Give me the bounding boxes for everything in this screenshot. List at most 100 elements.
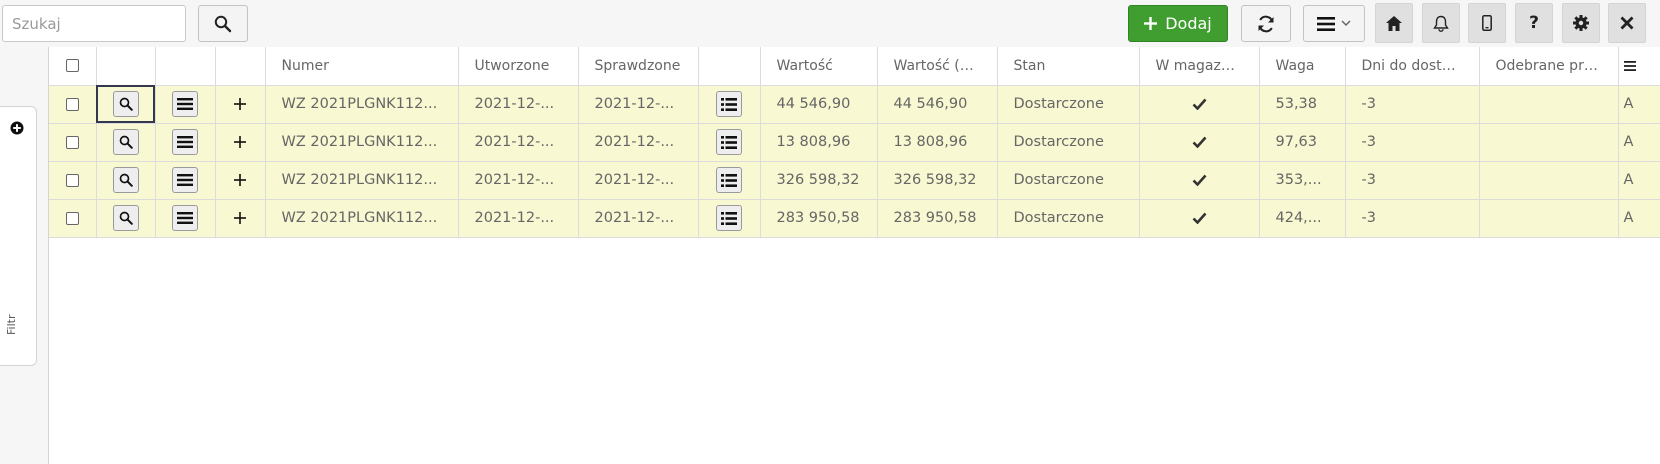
row-preview-button[interactable] <box>112 91 139 117</box>
cell-w-magazynie <box>1139 85 1260 124</box>
plus-icon[interactable] <box>234 174 246 186</box>
row-select-cell[interactable] <box>49 199 97 238</box>
row-details-cell[interactable] <box>698 199 761 238</box>
cell-wartosc-sp: 13 808,96 <box>877 123 998 162</box>
header-utworzone[interactable]: Utworzone <box>458 47 579 86</box>
row-details-cell[interactable] <box>698 161 761 200</box>
table-row[interactable]: WZ 2021PLGNK112... 2021-12-... 2021-12-.… <box>49 123 1660 162</box>
cell-w-magazynie <box>1139 161 1260 200</box>
row-preview-button[interactable] <box>112 167 139 193</box>
row-preview-cell[interactable] <box>96 123 156 162</box>
cell-wartosc-sp: 326 598,32 <box>877 161 998 200</box>
help-button[interactable]: ? <box>1515 3 1553 43</box>
header-dni-do-dostawy[interactable]: Dni do dostawy <box>1345 47 1480 86</box>
cell-wartosc-sp: 44 546,90 <box>877 85 998 124</box>
cell-numer: WZ 2021PLGNK112... <box>265 85 459 124</box>
header-wartosc-sp[interactable]: Wartość (sp... <box>877 47 998 86</box>
table-row[interactable]: WZ 2021PLGNK112... 2021-12-... 2021-12-.… <box>49 85 1660 124</box>
cell-waga: 53,38 <box>1259 85 1346 124</box>
row-checkbox[interactable] <box>65 135 79 149</box>
header-w-magazynie[interactable]: W magazyn... <box>1139 47 1260 86</box>
home-button[interactable] <box>1375 3 1413 43</box>
list-icon <box>721 135 737 149</box>
cell-odebrane <box>1479 199 1619 238</box>
bell-icon <box>1433 15 1449 32</box>
header-sprawdzone[interactable]: Sprawdzone <box>578 47 699 86</box>
row-actions-cell[interactable] <box>155 123 216 162</box>
refresh-icon <box>1258 15 1274 32</box>
cell-dni-do-dostawy: -3 <box>1345 85 1480 124</box>
row-details-button[interactable] <box>716 205 742 231</box>
row-actions-button[interactable] <box>172 205 198 231</box>
documents-table: Numer Utworzone Sprawdzone Wartość Warto… <box>49 47 1660 238</box>
cell-utworzone: 2021-12-... <box>458 199 579 238</box>
notifications-button[interactable] <box>1422 3 1460 43</box>
row-preview-cell[interactable] <box>96 85 156 124</box>
row-add-cell[interactable] <box>215 161 266 200</box>
mobile-button[interactable] <box>1468 3 1506 43</box>
home-icon <box>1386 15 1402 31</box>
row-select-cell[interactable] <box>49 85 97 124</box>
row-actions-cell[interactable] <box>155 161 216 200</box>
add-button-label: Dodaj <box>1165 14 1212 33</box>
row-preview-cell[interactable] <box>96 161 156 200</box>
row-details-button[interactable] <box>716 91 742 117</box>
row-details-cell[interactable] <box>698 85 761 124</box>
view-menu-button[interactable] <box>1303 5 1365 42</box>
row-actions-cell[interactable] <box>155 85 216 124</box>
plus-icon[interactable] <box>234 98 246 110</box>
plus-icon[interactable] <box>234 212 246 224</box>
hamburger-icon <box>177 136 193 148</box>
search-button[interactable] <box>198 5 248 42</box>
cell-stan: Dostarczone <box>997 85 1140 124</box>
row-preview-button[interactable] <box>112 129 139 155</box>
row-details-cell[interactable] <box>698 123 761 162</box>
header-select-all[interactable] <box>49 47 97 86</box>
row-actions-button[interactable] <box>172 167 198 193</box>
header-waga[interactable]: Waga <box>1259 47 1346 86</box>
header-wartosc[interactable]: Wartość <box>760 47 878 86</box>
header-preview-col <box>96 47 156 86</box>
add-button[interactable]: Dodaj <box>1128 5 1228 42</box>
table-row[interactable]: WZ 2021PLGNK112... 2021-12-... 2021-12-.… <box>49 161 1660 200</box>
cell-waga: 353,... <box>1259 161 1346 200</box>
settings-button[interactable] <box>1562 3 1600 43</box>
row-actions-button[interactable] <box>172 129 198 155</box>
hamburger-icon <box>1317 16 1335 31</box>
hamburger-icon <box>177 212 193 224</box>
row-select-cell[interactable] <box>49 123 97 162</box>
header-odebrane[interactable]: Odebrane prz... <box>1479 47 1619 86</box>
row-preview-cell[interactable] <box>96 199 156 238</box>
row-add-cell[interactable] <box>215 199 266 238</box>
search-input[interactable] <box>2 5 186 42</box>
row-add-cell[interactable] <box>215 123 266 162</box>
row-select-cell[interactable] <box>49 161 97 200</box>
close-button[interactable] <box>1608 3 1646 43</box>
table-header-row: Numer Utworzone Sprawdzone Wartość Warto… <box>49 47 1660 86</box>
table-row[interactable]: WZ 2021PLGNK112... 2021-12-... 2021-12-.… <box>49 199 1660 238</box>
row-details-button[interactable] <box>716 167 742 193</box>
row-details-button[interactable] <box>716 129 742 155</box>
header-add-col <box>215 47 266 86</box>
select-all-checkbox[interactable] <box>65 59 79 73</box>
cell-dni-do-dostawy: -3 <box>1345 123 1480 162</box>
row-checkbox[interactable] <box>65 97 79 111</box>
refresh-button[interactable] <box>1241 5 1291 42</box>
row-checkbox[interactable] <box>65 173 79 187</box>
cell-sprawdzone: 2021-12-... <box>578 123 699 162</box>
plus-icon[interactable] <box>234 136 246 148</box>
cell-dni-do-dostawy: -3 <box>1345 161 1480 200</box>
cell-sprawdzone: 2021-12-... <box>578 85 699 124</box>
row-add-cell[interactable] <box>215 85 266 124</box>
header-numer[interactable]: Numer <box>265 47 459 86</box>
row-checkbox[interactable] <box>65 211 79 225</box>
hamburger-icon[interactable] <box>1623 60 1636 71</box>
row-actions-button[interactable] <box>172 91 198 117</box>
gear-icon <box>1573 15 1589 31</box>
row-preview-button[interactable] <box>112 205 139 231</box>
list-icon <box>721 173 737 187</box>
header-stan[interactable]: Stan <box>997 47 1140 86</box>
row-actions-cell[interactable] <box>155 199 216 238</box>
header-column-menu[interactable] <box>1618 47 1660 86</box>
plus-circle-icon[interactable] <box>10 121 24 135</box>
